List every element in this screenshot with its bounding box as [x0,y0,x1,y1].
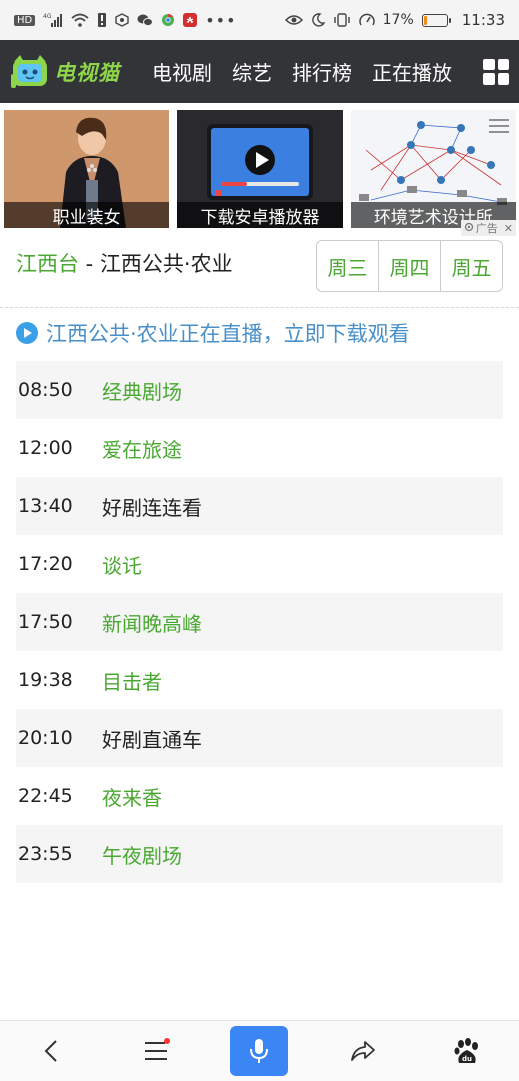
battery-icon [421,13,451,27]
battery-fill [423,15,428,25]
vibrate-icon [333,13,351,27]
program-time: 22:45 [18,785,73,807]
schedule-row[interactable]: 12:00 爱在旅途 [16,419,503,477]
ad-banner-row: 职业装女 下载安卓播放器 环境艺术设计所 广告 ✕ [4,110,516,236]
live-download-banner[interactable]: 江西公共·农业正在直播，立即下载观看 [16,318,410,348]
hd-icon: HD [14,14,36,26]
ad-close-icon[interactable]: ✕ [504,222,513,235]
program-time: 17:20 [18,553,73,575]
ad-tag-label: 广告 [475,222,498,235]
tv-cat-logo-icon [10,52,50,92]
schedule-row: 13:40 好剧连连看 [16,477,503,535]
live-banner-text: 江西公共·农业正在直播，立即下载观看 [46,322,410,346]
program-time: 17:50 [18,611,73,633]
schedule-row[interactable]: 19:38 目击者 [16,651,503,709]
title-separator: - [79,252,100,276]
schedule-row[interactable]: 23:55 午夜剧场 [16,825,503,883]
program-schedule: 08:50 经典剧场 12:00 爱在旅途 13:40 好剧连连看 17:20 谈讬 17:50… [16,361,503,883]
menu-icon[interactable] [126,1026,186,1076]
signal-icon: 4G [43,13,63,27]
schedule-row[interactable]: 22:45 夜来香 [16,767,503,825]
nav-item-variety[interactable]: 综艺 [222,57,282,86]
ad-card-environment-design[interactable]: 环境艺术设计所 [350,110,516,228]
day-selector: 周三 周四 周五 [316,240,503,292]
program-title[interactable]: 午夜剧场 [102,840,182,869]
program-title[interactable]: 新闻晚高峰 [102,608,202,637]
battery-percent: 17% [382,12,414,28]
ad-card-business-wear[interactable]: 职业装女 [4,110,170,228]
baidu-paw-icon[interactable]: du [437,1026,497,1076]
back-icon[interactable] [22,1026,82,1076]
station-link[interactable]: 江西台 [16,252,79,276]
program-time: 08:50 [18,379,73,401]
nav-item-tv-series[interactable]: 电视剧 [142,57,222,86]
program-time: 20:10 [18,727,73,749]
program-time: 19:38 [18,669,73,691]
day-tab-friday[interactable]: 周五 [440,241,502,291]
notification-dot [164,1038,171,1044]
status-bar: HD 4G ••• 17% 11:33 [0,0,519,40]
program-title: 好剧连连看 [102,495,202,520]
ad-label: 下载安卓播放器 [177,202,343,228]
more-notifications-icon: ••• [205,10,237,30]
ad-card-download-player[interactable]: 下载安卓播放器 [177,110,343,228]
program-time: 12:00 [18,437,73,459]
huawei-icon [183,13,198,27]
schedule-row[interactable]: 17:20 谈讬 [16,535,503,593]
chrome-icon [161,13,175,27]
site-logo[interactable]: 电视猫 [10,52,140,92]
speed-icon [358,13,375,27]
program-title[interactable]: 目击者 [102,666,162,695]
divider [0,307,519,308]
ad-settings-icon [464,222,474,235]
program-title: 好剧直通车 [102,727,202,752]
schedule-row[interactable]: 17:50 新闻晚高峰 [16,593,503,651]
ad-tag[interactable]: 广告 ✕ [460,220,516,236]
program-title[interactable]: 经典剧场 [102,376,182,405]
nav-item-rankings[interactable]: 排行榜 [282,57,362,86]
channel-title: 江西台 - 江西公共·农业 [16,248,233,278]
wifi-icon [71,13,89,27]
channel-name: 江西公共·农业 [99,252,233,276]
svg-text:4G: 4G [43,13,52,20]
day-tab-thursday[interactable]: 周四 [378,241,440,291]
mic-icon[interactable] [230,1026,289,1076]
logo-text: 电视猫 [54,60,120,85]
nav-menu: 电视剧 综艺 排行榜 正在播放 [142,57,462,86]
nav-item-now-playing[interactable]: 正在播放 [362,57,462,86]
program-time: 23:55 [18,843,73,865]
program-title[interactable]: 爱在旅途 [102,434,182,463]
play-icon [16,322,38,344]
grid-menu-icon[interactable] [483,58,509,85]
channel-header: 江西台 - 江西公共·农业 周三 周四 周五 [16,240,503,296]
share-icon[interactable] [333,1026,393,1076]
top-navbar: 电视猫 电视剧 综艺 排行榜 正在播放 [0,40,519,103]
program-title[interactable]: 谈讬 [102,550,142,579]
hexagon-app-icon [115,13,129,27]
clock: 11:33 [461,11,505,29]
ad-label: 职业装女 [4,202,170,228]
moon-icon [311,13,325,27]
browser-bottom-bar: du [0,1020,519,1081]
day-tab-wednesday[interactable]: 周三 [317,241,378,291]
schedule-row: 20:10 好剧直通车 [16,709,503,767]
wechat-icon [137,13,154,27]
alert-icon [97,13,107,27]
schedule-row[interactable]: 08:50 经典剧场 [16,361,503,419]
program-title[interactable]: 夜来香 [102,782,162,811]
svg-text:du: du [462,1055,472,1063]
eye-icon [284,14,303,26]
program-time: 13:40 [18,495,73,517]
